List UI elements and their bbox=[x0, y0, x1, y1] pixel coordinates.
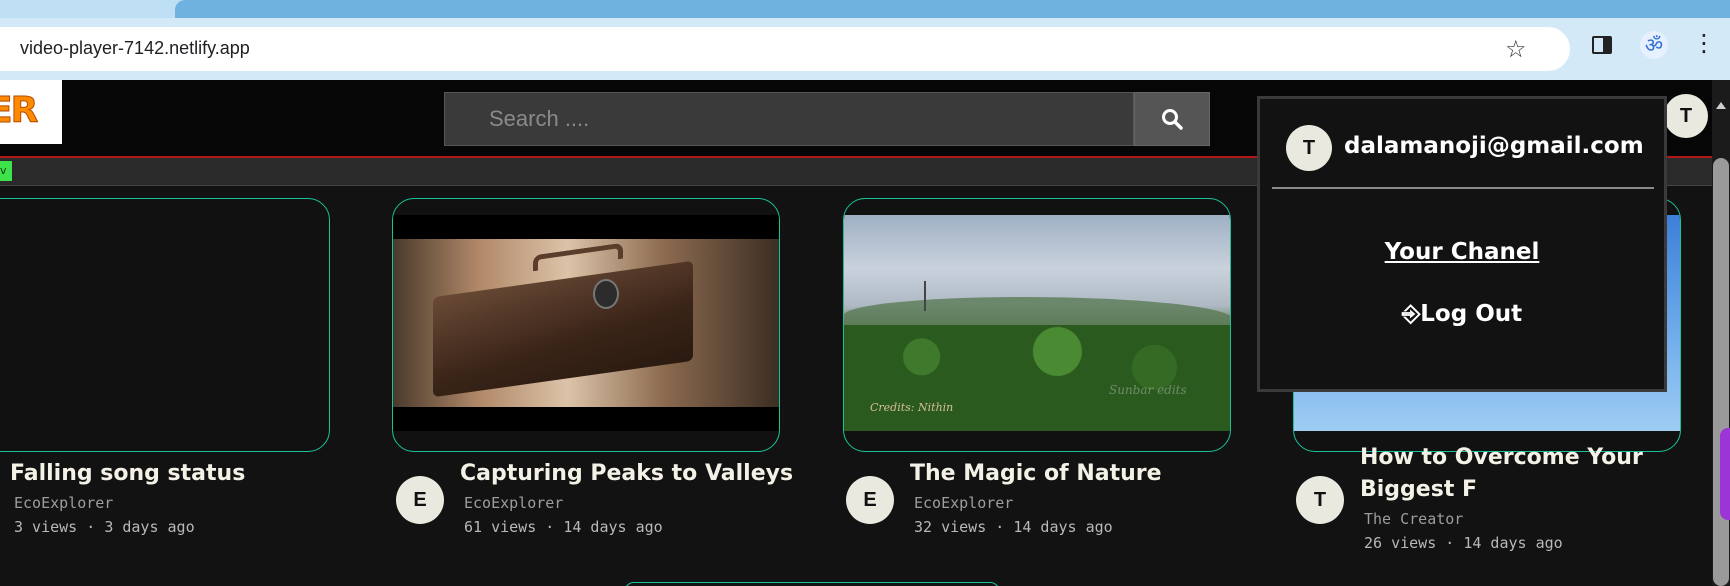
floating-side-tab[interactable] bbox=[1720, 428, 1730, 520]
video-channel[interactable]: EcoExplorer bbox=[914, 494, 1013, 512]
video-channel[interactable]: The Creator bbox=[1364, 510, 1463, 528]
account-email: dalamanoji@gmail.com bbox=[1344, 133, 1644, 159]
video-views: 32 views bbox=[914, 518, 987, 536]
video-thumbnail-nature: Credits: Nithin Sunbar edits bbox=[844, 215, 1230, 431]
logo-text: ER bbox=[0, 90, 39, 132]
logout-icon: ⎆ bbox=[1401, 301, 1421, 327]
om-extension-icon[interactable]: ॐ bbox=[1640, 31, 1668, 59]
channel-avatar[interactable]: T bbox=[1296, 476, 1344, 524]
video-thumbnail-blank bbox=[0, 215, 329, 431]
video-card-thumbnail[interactable] bbox=[0, 198, 330, 452]
video-meta: 61 views · 14 days ago bbox=[464, 518, 663, 536]
thumbnail-credit-text: Credits: Nithin bbox=[870, 401, 954, 414]
trees-shape bbox=[844, 325, 1230, 431]
account-dropdown: T dalamanoji@gmail.com Your Chanel ⎆Log … bbox=[1257, 96, 1667, 392]
video-views: 61 views bbox=[464, 518, 537, 536]
address-bar[interactable]: ◐ video-player-7142.netlify.app ☆ bbox=[0, 27, 1570, 71]
video-channel[interactable]: EcoExplorer bbox=[464, 494, 563, 512]
video-meta: 32 views · 14 days ago bbox=[914, 518, 1113, 536]
radio-handle-shape bbox=[533, 242, 623, 272]
video-age: 14 days ago bbox=[1463, 534, 1563, 552]
video-views: 26 views bbox=[1364, 534, 1437, 552]
video-title[interactable]: How to Overcome Your Biggest F bbox=[1360, 442, 1670, 506]
scroll-up-arrow-icon[interactable] bbox=[1716, 102, 1726, 109]
logout-button[interactable]: ⎆Log Out bbox=[1260, 301, 1664, 327]
video-card-thumbnail[interactable]: Credits: Nithin Sunbar edits bbox=[843, 198, 1231, 452]
search-input[interactable] bbox=[445, 93, 1135, 145]
dropdown-divider bbox=[1272, 187, 1654, 189]
side-panel-icon[interactable] bbox=[1592, 36, 1612, 54]
user-avatar-button[interactable]: T bbox=[1664, 94, 1708, 138]
browser-tabstrip bbox=[0, 0, 1730, 18]
meta-separator: · bbox=[86, 518, 96, 536]
search-button[interactable] bbox=[1134, 92, 1210, 146]
dropdown-avatar: T bbox=[1286, 125, 1332, 171]
your-channel-link[interactable]: Your Chanel bbox=[1260, 239, 1664, 265]
site-logo[interactable]: ER bbox=[0, 80, 62, 144]
logout-label: Log Out bbox=[1420, 301, 1523, 327]
search-icon bbox=[1162, 109, 1183, 130]
browser-toolbar: ◐ video-player-7142.netlify.app ☆ ॐ ⋮ bbox=[0, 18, 1730, 80]
active-tab-area[interactable] bbox=[175, 0, 1730, 18]
radio-scene bbox=[393, 239, 779, 407]
video-age: 14 days ago bbox=[1013, 518, 1113, 536]
video-card-thumbnail[interactable] bbox=[392, 198, 780, 452]
meta-separator: · bbox=[545, 518, 555, 536]
video-meta: 3 views · 3 days ago bbox=[14, 518, 195, 536]
video-views: 3 views bbox=[14, 518, 78, 536]
video-meta: 26 views · 14 days ago bbox=[1364, 534, 1563, 552]
channel-avatar[interactable]: E bbox=[396, 476, 444, 524]
thumbnail-watermark-text: Sunbar edits bbox=[1109, 383, 1187, 397]
radio-body-shape bbox=[433, 260, 693, 398]
video-channel[interactable]: EcoExplorer bbox=[14, 494, 113, 512]
video-title[interactable]: Falling song status bbox=[10, 458, 245, 490]
radio-knob-shape bbox=[593, 279, 619, 309]
tower-shape bbox=[924, 281, 926, 311]
video-thumbnail-radio bbox=[393, 215, 779, 431]
category-chip[interactable]: v bbox=[0, 161, 12, 181]
meta-separator: · bbox=[995, 518, 1005, 536]
channel-avatar[interactable]: E bbox=[846, 476, 894, 524]
next-row-card-edge[interactable] bbox=[624, 582, 1000, 586]
video-age: 14 days ago bbox=[563, 518, 663, 536]
bookmark-star-icon[interactable]: ☆ bbox=[1505, 35, 1527, 63]
meta-separator: · bbox=[1445, 534, 1455, 552]
video-age: 3 days ago bbox=[104, 518, 195, 536]
url-text[interactable]: video-player-7142.netlify.app bbox=[20, 38, 250, 59]
video-title[interactable]: Capturing Peaks to Valleys bbox=[460, 458, 793, 490]
scroll-thumb[interactable] bbox=[1713, 158, 1729, 586]
kebab-menu-icon[interactable]: ⋮ bbox=[1692, 29, 1716, 57]
search-box bbox=[444, 92, 1135, 146]
video-title[interactable]: The Magic of Nature bbox=[910, 458, 1162, 490]
